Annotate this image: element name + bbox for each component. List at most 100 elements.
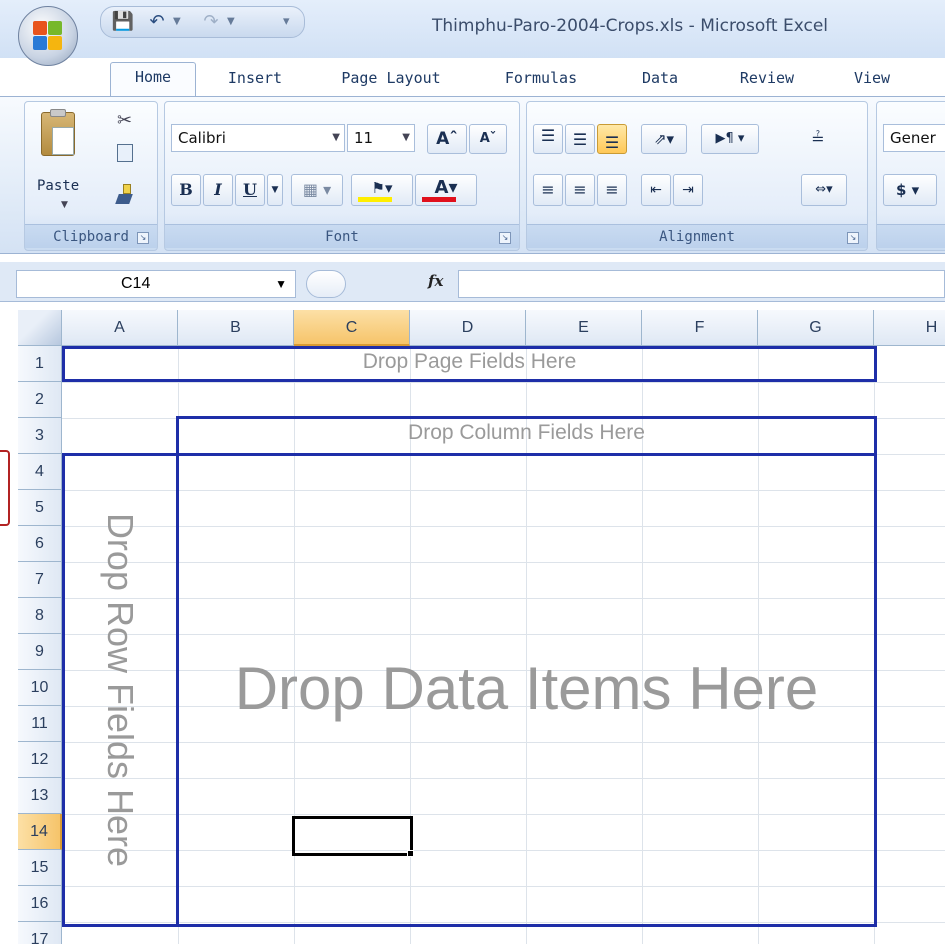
increase-indent-icon[interactable]: ⇥ [673, 174, 703, 206]
formula-input[interactable] [458, 270, 945, 298]
alignment-group-label: Alignment [527, 224, 867, 248]
row-header-5[interactable]: 5 [18, 490, 62, 526]
row-header-1[interactable]: 1 [18, 346, 62, 382]
row-header-2[interactable]: 2 [18, 382, 62, 418]
fill-color-icon[interactable]: ⚑▾ [351, 174, 413, 206]
alignment-launcher-icon[interactable]: ↘ [847, 232, 859, 244]
align-middle-icon[interactable]: ☰ [565, 124, 595, 154]
column-header-e[interactable]: E [526, 310, 642, 346]
merge-center-icon[interactable]: ⇔▾ [801, 174, 847, 206]
row-header-10[interactable]: 10 [18, 670, 62, 706]
column-header-f[interactable]: F [642, 310, 758, 346]
worksheet-grid: A B C D E F G H 1 2 3 4 5 6 7 8 9 10 11 … [0, 310, 945, 944]
align-left-icon[interactable]: ≡ [533, 174, 563, 206]
window-title: Thimphu-Paro-2004-Crops.xls - Microsoft … [432, 16, 829, 36]
tab-home[interactable]: Home [110, 62, 196, 96]
column-header-b[interactable]: B [178, 310, 294, 346]
decrease-indent-icon[interactable]: ⇤ [641, 174, 671, 206]
column-header-c[interactable]: C [294, 310, 410, 346]
clipboard-launcher-icon[interactable]: ↘ [137, 232, 149, 244]
row-header-11[interactable]: 11 [18, 706, 62, 742]
tab-formulas[interactable]: Formulas [492, 66, 590, 96]
align-center-icon[interactable]: ≡ [565, 174, 595, 206]
tab-insert[interactable]: Insert [220, 66, 290, 96]
customize-qat-icon[interactable]: ▾ [283, 11, 290, 33]
fill-handle[interactable] [407, 850, 414, 857]
ribbon-tabs: Home Insert Page Layout Formulas Data Re… [0, 58, 945, 96]
font-name-combo[interactable]: Calibri ▼ [171, 124, 345, 152]
shrink-font-icon[interactable]: Aˇ [469, 124, 507, 154]
office-button[interactable] [18, 6, 78, 66]
row-header-4[interactable]: 4 [18, 454, 62, 490]
paste-dropdown-icon[interactable]: ▼ [61, 200, 68, 210]
paragraph-direction-icon[interactable]: ▶¶ ▾ [701, 124, 759, 154]
insert-function-icon[interactable]: fx [428, 272, 443, 290]
column-header-g[interactable]: G [758, 310, 874, 346]
chevron-down-icon: ▼ [332, 132, 340, 143]
paste-button[interactable]: Paste [37, 178, 79, 194]
row-header-7[interactable]: 7 [18, 562, 62, 598]
italic-button[interactable]: I [203, 174, 233, 206]
align-right-icon[interactable]: ≡ [597, 174, 627, 206]
bold-button[interactable]: B [171, 174, 201, 206]
name-box[interactable]: C14 ▼ [16, 270, 296, 298]
tab-view[interactable]: View [842, 66, 902, 96]
row-header-14[interactable]: 14 [18, 814, 62, 850]
row-header-12[interactable]: 12 [18, 742, 62, 778]
row-header-9[interactable]: 9 [18, 634, 62, 670]
font-color-icon[interactable]: A▾ [415, 174, 477, 206]
row-header-17[interactable]: 17 [18, 922, 62, 944]
active-cell[interactable] [292, 816, 413, 856]
tab-review[interactable]: Review [728, 66, 806, 96]
font-size-combo[interactable]: 11 ▼ [347, 124, 415, 152]
font-group-label: Font [165, 224, 519, 248]
number-group: Gener $ ▾ [876, 101, 945, 251]
format-painter-icon[interactable] [113, 184, 135, 204]
number-group-label [877, 224, 945, 248]
copy-icon[interactable] [117, 144, 133, 162]
row-header-6[interactable]: 6 [18, 526, 62, 562]
tab-data[interactable]: Data [630, 66, 690, 96]
cut-icon[interactable]: ✂ [117, 110, 132, 131]
row-header-8[interactable]: 8 [18, 598, 62, 634]
ribbon: Paste ▼ ✂ Clipboard ↘ Calibri ▼ 11 ▼ Aˆ … [0, 96, 945, 254]
formula-oval-icon[interactable] [306, 270, 346, 298]
underline-dropdown-icon[interactable]: ▼ [267, 174, 283, 206]
borders-icon[interactable]: ▦ ▾ [291, 174, 343, 206]
font-group: Calibri ▼ 11 ▼ Aˆ Aˇ B I U ▼ ▦ ▾ ⚑▾ A▾ F… [164, 101, 520, 251]
row-header-15[interactable]: 15 [18, 850, 62, 886]
clipboard-group: Paste ▼ ✂ Clipboard ↘ [24, 101, 158, 251]
page-fields-label: Drop Page Fields Here [362, 350, 577, 373]
redo-dropdown-icon[interactable]: ▼ [227, 11, 235, 33]
undo-icon[interactable]: ↶ [145, 11, 169, 33]
font-size-value: 11 [354, 129, 374, 147]
font-launcher-icon[interactable]: ↘ [499, 232, 511, 244]
grow-font-icon[interactable]: Aˆ [427, 124, 467, 154]
align-top-icon[interactable]: ☰ [533, 124, 563, 154]
tab-page-layout[interactable]: Page Layout [326, 66, 456, 96]
row-header-3[interactable]: 3 [18, 418, 62, 454]
quick-access-toolbar: 💾 ↶ ▼ ↷ ▼ ▾ [100, 6, 305, 38]
align-bottom-icon[interactable]: ☰ [597, 124, 627, 154]
paste-icon[interactable] [41, 109, 75, 156]
undo-dropdown-icon[interactable]: ▼ [173, 11, 181, 33]
orientation-icon[interactable]: ⇗▾ [641, 124, 687, 154]
column-header-h[interactable]: H [874, 310, 945, 346]
number-format-combo[interactable]: Gener [883, 124, 945, 152]
currency-button[interactable]: $ ▾ [883, 174, 937, 206]
select-all-button[interactable] [18, 310, 62, 346]
wrap-text-icon[interactable]: ≟ [801, 124, 835, 154]
chevron-down-icon[interactable]: ▼ [275, 271, 287, 297]
side-marker [0, 450, 10, 526]
redo-icon[interactable]: ↷ [199, 11, 223, 33]
underline-button[interactable]: U [235, 174, 265, 206]
office-logo-icon [33, 21, 63, 51]
chevron-down-icon: ▼ [402, 132, 410, 143]
number-format-value: Gener [890, 129, 936, 147]
row-header-13[interactable]: 13 [18, 778, 62, 814]
row-header-16[interactable]: 16 [18, 886, 62, 922]
save-icon[interactable]: 💾 [111, 11, 135, 33]
data-items-label: Drop Data Items Here [234, 655, 819, 722]
column-header-a[interactable]: A [62, 310, 178, 346]
column-header-d[interactable]: D [410, 310, 526, 346]
